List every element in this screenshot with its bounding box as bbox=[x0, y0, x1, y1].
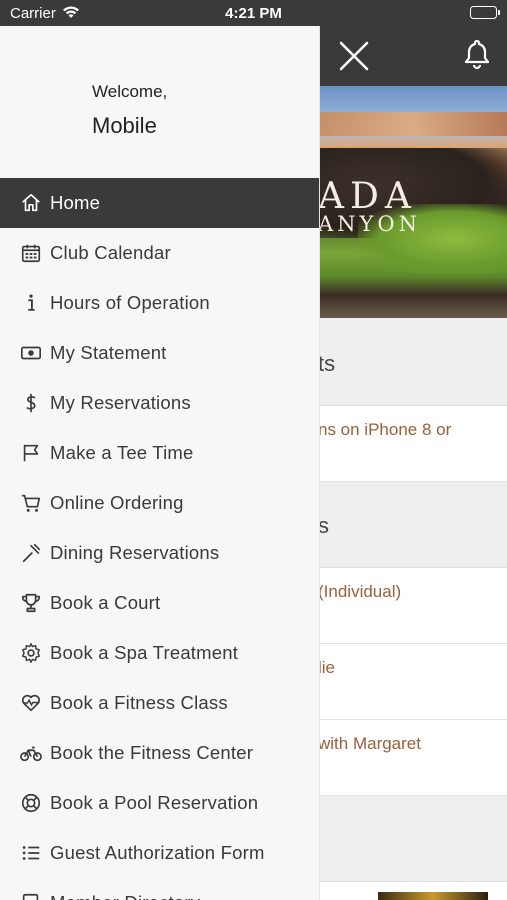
menu-item-book-a-pool-reservation[interactable]: Book a Pool Reservation bbox=[0, 778, 319, 828]
heartbeat-icon bbox=[19, 691, 43, 715]
bicycle-icon bbox=[19, 741, 43, 765]
list-item-title: lie bbox=[318, 658, 336, 677]
gear-icon bbox=[19, 641, 43, 665]
list-item[interactable]: lie bbox=[318, 644, 507, 720]
welcome-label: Welcome, bbox=[92, 82, 168, 101]
menu-item-dining-reservations[interactable]: Dining Reservations bbox=[0, 528, 319, 578]
money-bill-icon bbox=[19, 341, 43, 365]
menu-item-home[interactable]: Home bbox=[0, 178, 319, 228]
menu-item-label: My Reservations bbox=[50, 392, 191, 413]
hero-logo-text: ADA bbox=[318, 176, 417, 217]
menu-item-my-reservations[interactable]: My Reservations bbox=[0, 378, 319, 428]
menu-item-guest-authorization-form[interactable]: Guest Authorization Form bbox=[0, 828, 319, 878]
menu-item-make-a-tee-time[interactable]: Make a Tee Time bbox=[0, 428, 319, 478]
side-drawer: Welcome, Mobile Home Club Calendar Hours… bbox=[0, 26, 319, 900]
menu-item-label: Book a Spa Treatment bbox=[50, 642, 239, 663]
list-item-title: with Margaret bbox=[318, 734, 421, 753]
info-icon bbox=[19, 291, 43, 315]
menu-item-club-calendar[interactable]: Club Calendar bbox=[0, 228, 319, 278]
clock: 4:21 PM bbox=[225, 5, 282, 22]
menu-item-label: Member Directory bbox=[50, 892, 200, 900]
list-item[interactable]: (Individual) bbox=[318, 568, 507, 644]
menu-item-label: Hours of Operation bbox=[50, 292, 210, 313]
cart-icon bbox=[19, 491, 43, 515]
flag-icon bbox=[19, 441, 43, 465]
close-icon[interactable] bbox=[336, 40, 372, 72]
menu-item-hours-of-operation[interactable]: Hours of Operation bbox=[0, 278, 319, 328]
menu-item-label: Book a Court bbox=[50, 592, 161, 613]
menu-item-label: Club Calendar bbox=[50, 242, 171, 263]
trophy-icon bbox=[19, 591, 43, 615]
user-name: Mobile bbox=[92, 113, 157, 138]
section-title: s bbox=[318, 513, 329, 538]
menu-item-label: Home bbox=[50, 192, 101, 213]
hero-logo-subtext: ANYON bbox=[318, 212, 421, 236]
menu-item-label: Dining Reservations bbox=[50, 542, 220, 563]
bell-icon[interactable] bbox=[462, 38, 492, 70]
menu-item-member-directory[interactable]: Member Directory bbox=[0, 878, 319, 900]
list-item-title: ns on iPhone 8 or bbox=[318, 420, 452, 439]
menu-item-book-a-court[interactable]: Book a Court bbox=[0, 578, 319, 628]
home-icon bbox=[19, 191, 43, 215]
section-header: ts bbox=[318, 318, 507, 406]
utensils-icon bbox=[19, 541, 43, 565]
battery-icon bbox=[470, 6, 500, 19]
menu-item-book-the-fitness-center[interactable]: Book the Fitness Center bbox=[0, 728, 319, 778]
list-item[interactable]: ns on iPhone 8 or bbox=[318, 406, 507, 482]
menu-item-label: Book a Fitness Class bbox=[50, 692, 228, 713]
list-item[interactable]: with Margaret bbox=[318, 720, 507, 796]
list-item-title: (Individual) bbox=[318, 582, 402, 601]
life-ring-icon bbox=[19, 791, 43, 815]
drawer-menu: Home Club Calendar Hours of Operation My… bbox=[0, 178, 319, 900]
list-icon bbox=[19, 841, 43, 865]
menu-item-label: Guest Authorization Form bbox=[50, 842, 265, 863]
section-header bbox=[318, 796, 507, 882]
section-header: s bbox=[318, 482, 507, 568]
calendar-icon bbox=[19, 241, 43, 265]
status-bar: Carrier 4:21 PM bbox=[0, 0, 507, 26]
directory-icon bbox=[19, 891, 43, 900]
menu-item-label: My Statement bbox=[50, 342, 167, 363]
menu-item-label: Book a Pool Reservation bbox=[50, 792, 259, 813]
menu-item-book-a-fitness-class[interactable]: Book a Fitness Class bbox=[0, 678, 319, 728]
menu-item-book-a-spa-treatment[interactable]: Book a Spa Treatment bbox=[0, 628, 319, 678]
menu-item-my-statement[interactable]: My Statement bbox=[0, 328, 319, 378]
section-title: ts bbox=[318, 351, 336, 376]
thumbnail-image bbox=[378, 892, 488, 900]
menu-item-online-ordering[interactable]: Online Ordering bbox=[0, 478, 319, 528]
menu-item-label: Make a Tee Time bbox=[50, 442, 194, 463]
menu-item-label: Book the Fitness Center bbox=[50, 742, 254, 763]
menu-item-label: Online Ordering bbox=[50, 492, 184, 513]
dollar-icon bbox=[19, 391, 43, 415]
